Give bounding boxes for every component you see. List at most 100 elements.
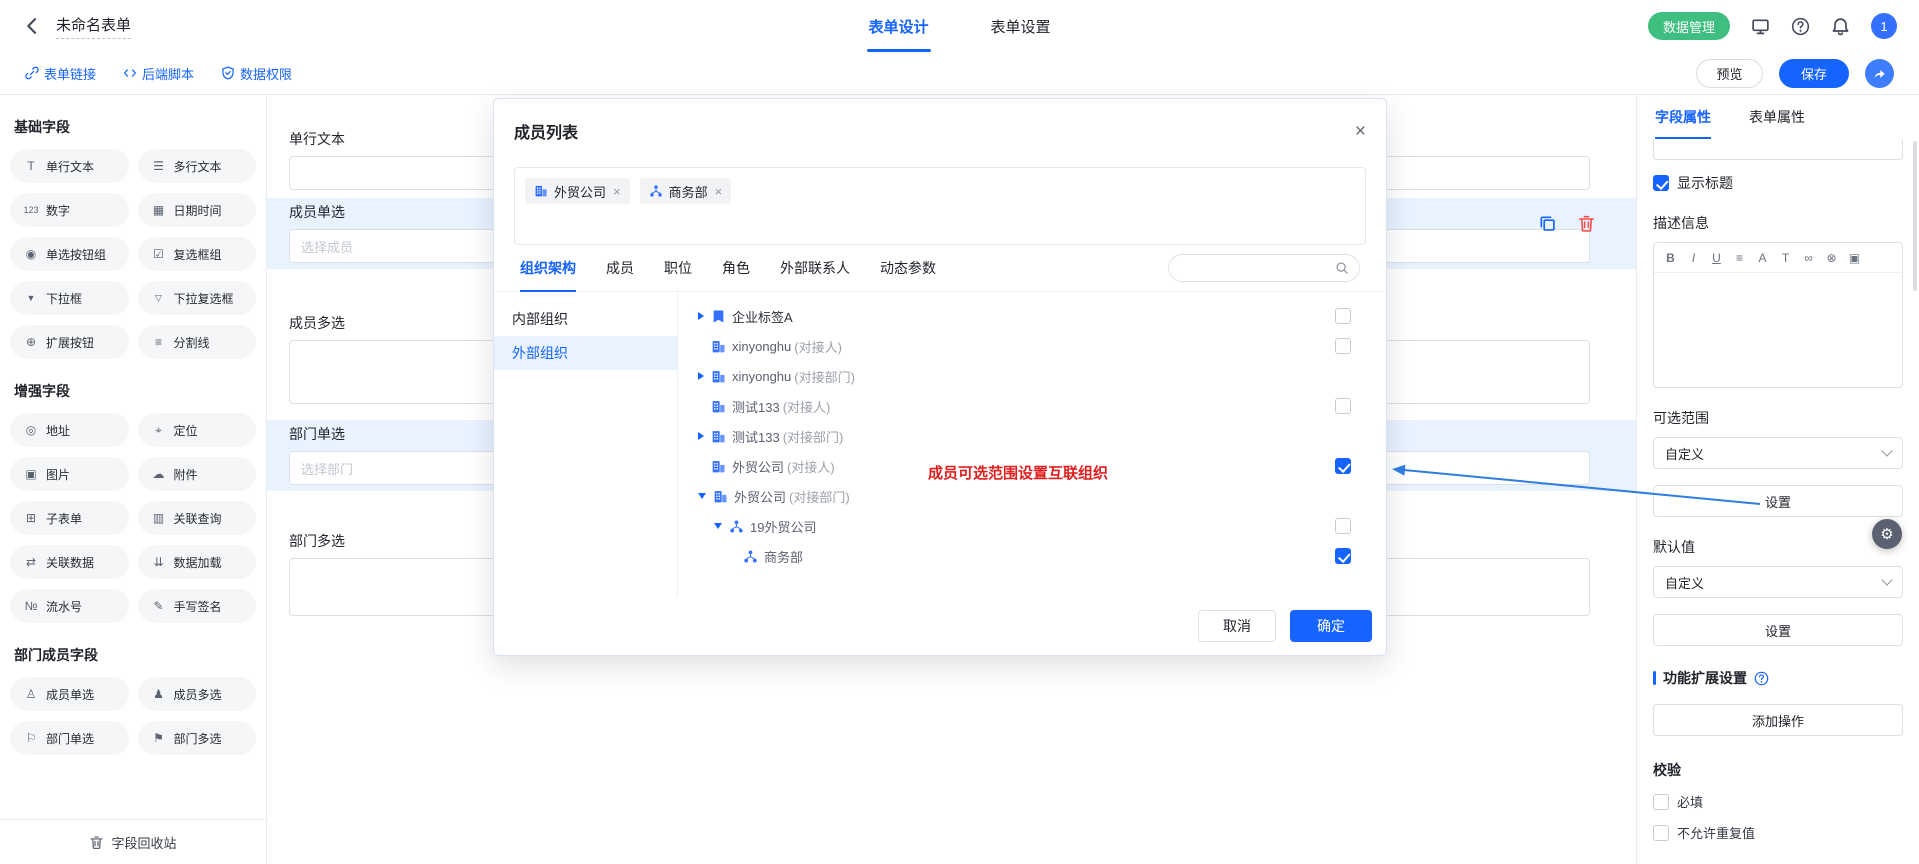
publish-share-button[interactable]: [1865, 59, 1894, 88]
selected-tag-company[interactable]: 外贸公司 ×: [525, 178, 630, 204]
palette-item-divider[interactable]: ≡分割线: [138, 325, 257, 359]
search-icon[interactable]: [1335, 261, 1349, 275]
palette-item-single-text[interactable]: T单行文本: [10, 149, 129, 183]
confirm-button[interactable]: 确定: [1290, 610, 1372, 642]
tab-members[interactable]: 成员: [606, 245, 634, 291]
palette-item-checkbox-group[interactable]: ☑复选框组: [138, 237, 257, 271]
palette-item-serial-number[interactable]: №流水号: [10, 589, 129, 623]
palette-item-multi-text[interactable]: ☰多行文本: [138, 149, 257, 183]
device-preview-icon[interactable]: [1751, 17, 1770, 36]
caret-right-icon[interactable]: [698, 312, 704, 320]
copy-field-icon[interactable]: [1538, 214, 1557, 233]
caret-right-icon[interactable]: [698, 372, 704, 380]
row-checkbox-checked[interactable]: [1335, 548, 1351, 564]
palette-item-attachment[interactable]: ☁附件: [138, 457, 257, 491]
tree-row-enterprise-tag[interactable]: 企业标签A: [690, 301, 1386, 331]
back-icon[interactable]: [22, 16, 42, 36]
tree-row-waimao-dept[interactable]: 外贸公司 (对接部门): [690, 481, 1386, 511]
tab-dynamic-params[interactable]: 动态参数: [880, 245, 936, 291]
font-size-icon[interactable]: T: [1774, 251, 1797, 265]
default-value-select[interactable]: 自定义: [1653, 566, 1903, 598]
link-icon[interactable]: ∞: [1797, 251, 1820, 265]
underline-icon[interactable]: U: [1705, 251, 1728, 265]
save-button[interactable]: 保存: [1779, 59, 1849, 88]
tab-form-settings[interactable]: 表单设置: [989, 0, 1053, 52]
show-title-checkbox[interactable]: [1653, 175, 1669, 191]
extension-help-icon[interactable]: [1754, 671, 1769, 686]
data-manage-button[interactable]: 数据管理: [1648, 12, 1730, 40]
caret-down-icon[interactable]: [698, 493, 706, 499]
italic-icon[interactable]: I: [1682, 251, 1705, 265]
backend-script-button[interactable]: 后端脚本: [123, 64, 194, 83]
tree-row-test133-contact[interactable]: 测试133 (对接人): [690, 391, 1386, 421]
selected-members-box[interactable]: 外贸公司 × 商务部 ×: [514, 167, 1366, 245]
nav-internal-org[interactable]: 内部组织: [494, 302, 677, 336]
tab-form-properties[interactable]: 表单属性: [1749, 95, 1805, 139]
tree-row-xinyonghu-contact[interactable]: xinyonghu (对接人): [690, 331, 1386, 361]
range-select[interactable]: 自定义: [1653, 437, 1903, 469]
row-checkbox[interactable]: [1335, 338, 1351, 354]
delete-field-icon[interactable]: [1577, 214, 1596, 233]
tab-form-design[interactable]: 表单设计: [866, 0, 930, 52]
close-icon[interactable]: ×: [1355, 122, 1366, 141]
member-search-input[interactable]: [1179, 261, 1329, 276]
palette-item-select[interactable]: ▼下拉框: [10, 281, 129, 315]
row-checkbox[interactable]: [1335, 398, 1351, 414]
avatar[interactable]: 1: [1871, 13, 1897, 39]
tree-row-19waimao[interactable]: 19外贸公司: [690, 511, 1386, 541]
palette-item-number[interactable]: 123数字: [10, 193, 129, 227]
tag-remove-icon[interactable]: ×: [715, 184, 723, 199]
palette-item-location[interactable]: ⌖定位: [138, 413, 257, 447]
tab-field-properties[interactable]: 字段属性: [1655, 95, 1711, 139]
nav-external-org[interactable]: 外部组织: [494, 336, 677, 370]
tag-remove-icon[interactable]: ×: [613, 184, 621, 199]
palette-item-datetime[interactable]: ▦日期时间: [138, 193, 257, 227]
required-checkbox[interactable]: [1653, 794, 1669, 810]
palette-item-linked-query[interactable]: ▥关联查询: [138, 501, 257, 535]
description-textarea[interactable]: [1654, 273, 1902, 387]
row-checkbox[interactable]: [1335, 308, 1351, 324]
tree-row-xinyonghu-dept[interactable]: xinyonghu (对接部门): [690, 361, 1386, 391]
caret-down-icon[interactable]: [714, 523, 722, 529]
palette-item-member-single[interactable]: ♙成员单选: [10, 677, 129, 711]
tree-row-test133-dept[interactable]: 测试133 (对接部门): [690, 421, 1386, 451]
tab-roles[interactable]: 角色: [722, 245, 750, 291]
caret-right-icon[interactable]: [698, 432, 704, 440]
palette-item-address[interactable]: ◎地址: [10, 413, 129, 447]
notification-bell-icon[interactable]: [1831, 17, 1850, 36]
palette-item-radio-group[interactable]: ◉单选按钮组: [10, 237, 129, 271]
clear-format-icon[interactable]: ⊗: [1820, 251, 1843, 265]
field-title-input[interactable]: [1653, 139, 1903, 160]
palette-item-subform[interactable]: ⊞子表单: [10, 501, 129, 535]
form-link-button[interactable]: 表单链接: [25, 64, 96, 83]
palette-item-extend-button[interactable]: ⊕扩展按钮: [10, 325, 129, 359]
tab-org-structure[interactable]: 组织架构: [520, 245, 576, 291]
cancel-button[interactable]: 取消: [1198, 610, 1276, 642]
row-checkbox-checked[interactable]: [1335, 458, 1351, 474]
form-title[interactable]: 未命名表单: [56, 14, 131, 39]
palette-item-data-load[interactable]: ⇊数据加载: [138, 545, 257, 579]
settings-gear-button[interactable]: ⚙: [1872, 519, 1902, 549]
add-action-button[interactable]: 添加操作: [1653, 704, 1903, 736]
font-color-icon[interactable]: A: [1751, 251, 1774, 265]
palette-item-image[interactable]: ▣图片: [10, 457, 129, 491]
field-recycle-bin[interactable]: 字段回收站: [0, 819, 266, 864]
palette-item-member-multi[interactable]: ♟成员多选: [138, 677, 257, 711]
align-icon[interactable]: ≡: [1728, 251, 1751, 265]
help-icon[interactable]: [1791, 17, 1810, 36]
tab-external-contacts[interactable]: 外部联系人: [780, 245, 850, 291]
range-set-button[interactable]: 设置: [1653, 485, 1903, 517]
palette-item-dept-multi[interactable]: ⚑部门多选: [138, 721, 257, 755]
palette-item-dept-single[interactable]: ⚐部门单选: [10, 721, 129, 755]
preview-button[interactable]: 预览: [1696, 59, 1763, 88]
palette-item-linked-data[interactable]: ⇄关联数据: [10, 545, 129, 579]
no-duplicate-checkbox[interactable]: [1653, 825, 1669, 841]
panel-scrollbar[interactable]: [1913, 141, 1917, 291]
palette-item-signature[interactable]: ✎手写签名: [138, 589, 257, 623]
insert-image-icon[interactable]: ▣: [1843, 251, 1866, 265]
row-checkbox[interactable]: [1335, 518, 1351, 534]
palette-item-multi-select[interactable]: ▽下拉复选框: [138, 281, 257, 315]
data-permission-button[interactable]: 数据权限: [221, 64, 292, 83]
bold-icon[interactable]: B: [1659, 251, 1682, 265]
tree-row-shangwubu[interactable]: 商务部: [690, 541, 1386, 571]
